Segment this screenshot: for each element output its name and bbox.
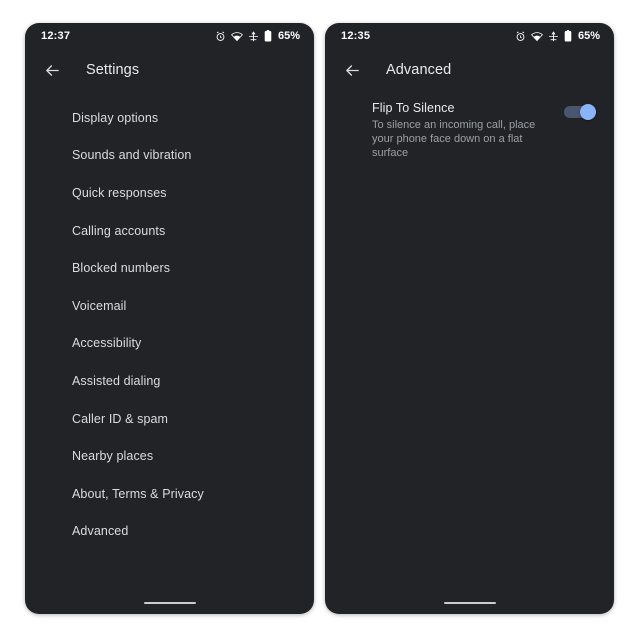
settings-item-label: Display options bbox=[72, 110, 159, 125]
toggle-thumb bbox=[580, 104, 596, 120]
settings-item-label: Blocked numbers bbox=[72, 261, 171, 276]
phone-screen-settings: 12:37 65% Settings Display options Sound… bbox=[25, 23, 314, 614]
page-title: Settings bbox=[86, 62, 140, 78]
settings-item-caller-id-and-spam[interactable]: Caller ID & spam bbox=[25, 400, 314, 438]
battery-icon bbox=[564, 30, 572, 42]
arrow-back-icon[interactable] bbox=[39, 57, 65, 83]
alarm-icon bbox=[215, 31, 226, 42]
advanced-content: Flip To Silence To silence an incoming c… bbox=[325, 91, 614, 592]
status-bar-icons: 65% bbox=[515, 30, 600, 42]
settings-list: Display options Sounds and vibration Qui… bbox=[25, 91, 314, 550]
settings-item-label: Advanced bbox=[72, 524, 129, 539]
navigation-bar bbox=[325, 592, 614, 614]
app-bar: Settings bbox=[25, 49, 314, 91]
settings-content: Display options Sounds and vibration Qui… bbox=[25, 91, 314, 592]
page-title: Advanced bbox=[386, 62, 452, 78]
preference-row-flip-to-silence[interactable]: Flip To Silence To silence an incoming c… bbox=[325, 91, 614, 170]
flip-to-silence-toggle[interactable] bbox=[564, 104, 596, 120]
status-bar: 12:35 65% bbox=[325, 23, 614, 49]
preference-title: Flip To Silence bbox=[372, 101, 455, 115]
wifi-icon bbox=[531, 31, 543, 42]
status-bar-icons: 65% bbox=[215, 30, 300, 42]
settings-item-accessibility[interactable]: Accessibility bbox=[25, 325, 314, 363]
screenshot-stage: 12:37 65% Settings Display options Sound… bbox=[0, 0, 640, 640]
phone-screen-advanced: 12:35 65% Advanced Flip To Silence To si… bbox=[325, 23, 614, 614]
settings-item-calling-accounts[interactable]: Calling accounts bbox=[25, 212, 314, 250]
wifi-icon bbox=[231, 31, 243, 42]
settings-item-nearby-places[interactable]: Nearby places bbox=[25, 437, 314, 475]
status-bar-clock: 12:35 bbox=[341, 30, 371, 42]
settings-item-sounds-and-vibration[interactable]: Sounds and vibration bbox=[25, 137, 314, 175]
settings-item-label: Caller ID & spam bbox=[72, 411, 169, 426]
battery-percent-label: 65% bbox=[277, 30, 300, 42]
status-bar-clock: 12:37 bbox=[41, 30, 71, 42]
settings-item-label: Nearby places bbox=[72, 449, 154, 464]
alarm-icon bbox=[515, 31, 526, 42]
settings-item-quick-responses[interactable]: Quick responses bbox=[25, 174, 314, 212]
preference-texts: Flip To Silence To silence an incoming c… bbox=[372, 101, 564, 160]
navigation-bar bbox=[25, 592, 314, 614]
settings-item-label: About, Terms & Privacy bbox=[72, 486, 204, 501]
settings-item-voicemail[interactable]: Voicemail bbox=[25, 287, 314, 325]
settings-item-label: Calling accounts bbox=[72, 223, 166, 238]
arrow-back-icon[interactable] bbox=[339, 57, 365, 83]
status-bar: 12:37 65% bbox=[25, 23, 314, 49]
home-indicator[interactable] bbox=[443, 601, 496, 605]
battery-percent-label: 65% bbox=[577, 30, 600, 42]
airplane-mode-icon bbox=[548, 31, 559, 42]
settings-item-assisted-dialing[interactable]: Assisted dialing bbox=[25, 362, 314, 400]
settings-item-display-options[interactable]: Display options bbox=[25, 99, 314, 137]
preference-summary: To silence an incoming call, place your … bbox=[372, 119, 536, 159]
settings-item-label: Accessibility bbox=[72, 336, 142, 351]
settings-item-label: Assisted dialing bbox=[72, 373, 161, 388]
settings-item-advanced[interactable]: Advanced bbox=[25, 513, 314, 551]
settings-item-about-terms-and-privacy[interactable]: About, Terms & Privacy bbox=[25, 475, 314, 513]
settings-item-label: Voicemail bbox=[72, 298, 127, 313]
app-bar: Advanced bbox=[325, 49, 614, 91]
settings-item-label: Sounds and vibration bbox=[72, 148, 192, 163]
settings-item-label: Quick responses bbox=[72, 185, 167, 200]
airplane-mode-icon bbox=[248, 31, 259, 42]
settings-item-blocked-numbers[interactable]: Blocked numbers bbox=[25, 249, 314, 287]
home-indicator[interactable] bbox=[143, 601, 196, 605]
battery-icon bbox=[264, 30, 272, 42]
